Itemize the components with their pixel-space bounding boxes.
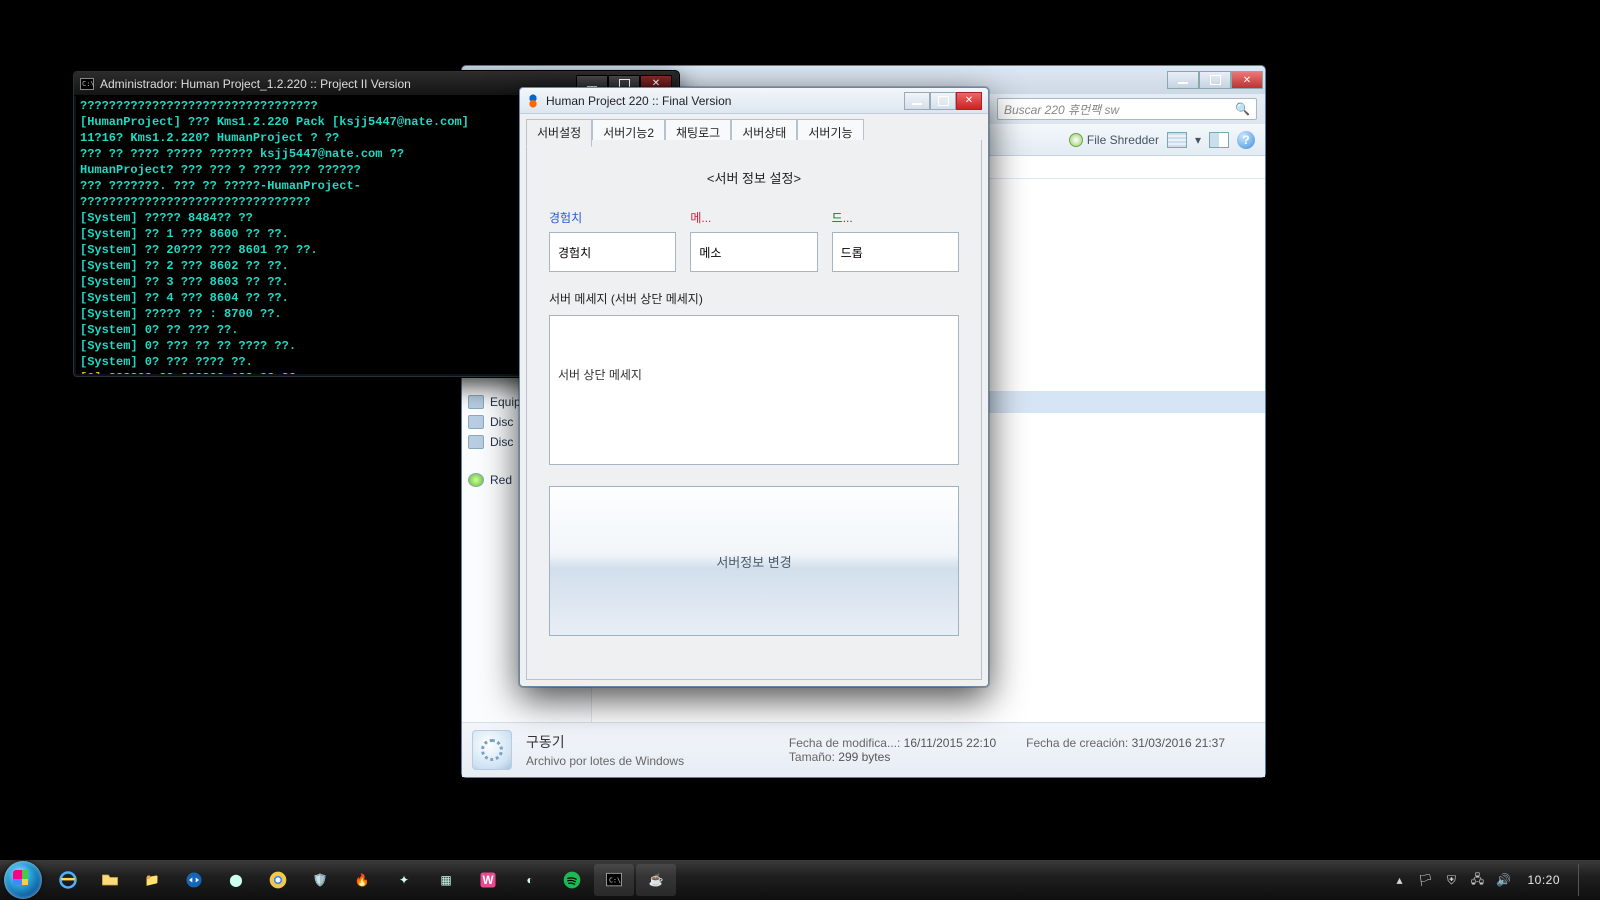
maximize-button[interactable] — [930, 92, 956, 110]
tray-network-icon[interactable]: 🖧 — [1469, 872, 1485, 888]
minimize-button[interactable] — [1167, 71, 1199, 89]
svg-text:C:\: C:\ — [609, 877, 621, 885]
apply-server-info-button[interactable]: 서버정보 변경 — [549, 486, 959, 636]
swing-window: Human Project 220 :: Final Version 서버설정서… — [519, 87, 989, 687]
textarea-server-message[interactable] — [549, 315, 959, 465]
shield-icon: 🛡️ — [309, 869, 331, 891]
panel-heading: <서버 정보 설정> — [549, 168, 959, 187]
view-options-button[interactable] — [1167, 132, 1187, 148]
dropdown-icon[interactable]: ▾ — [1195, 133, 1201, 147]
taskbar-ie[interactable] — [48, 864, 88, 896]
grid-icon: ▦ — [435, 869, 457, 891]
drive-icon — [468, 435, 484, 449]
tab-panel: <서버 정보 설정> 경험치 메... 드... 서버 메세지 (서버 상단 메… — [526, 140, 982, 680]
start-button[interactable] — [4, 861, 42, 899]
close-button[interactable] — [956, 92, 982, 110]
java-icon — [526, 94, 540, 108]
generic-app-icon: 📁 — [141, 869, 163, 891]
tray-volume-icon[interactable]: 🔊 — [1495, 872, 1511, 888]
help-icon[interactable]: ? — [1237, 131, 1255, 149]
show-desktop-button[interactable] — [1578, 864, 1586, 896]
label-exp: 경험치 — [549, 209, 676, 226]
cmd-title: Administrador: Human Project_1.2.220 :: … — [100, 77, 411, 91]
tray-chevron-up-icon[interactable]: ▴ — [1391, 872, 1407, 888]
svg-text:W: W — [482, 874, 493, 887]
generic-app-icon: ⬤ — [225, 869, 247, 891]
swing-titlebar[interactable]: Human Project 220 :: Final Version — [520, 88, 988, 114]
taskbar-chrome[interactable] — [258, 864, 298, 896]
taskbar-app1[interactable]: 📁 — [132, 864, 172, 896]
taskbar-teamviewer[interactable] — [174, 864, 214, 896]
search-input[interactable]: Buscar 220 휴먼팩 sw 🔍 — [997, 98, 1257, 120]
taskbar-app3[interactable]: 🔥 — [342, 864, 382, 896]
computer-icon — [468, 395, 484, 409]
label-drop: 드... — [832, 209, 959, 226]
details-filename: 구동기 — [526, 732, 684, 752]
tray-flag-icon[interactable]: 🏳 — [1417, 872, 1433, 888]
folder-icon — [99, 869, 121, 891]
cmd-icon — [80, 78, 94, 90]
taskbar-ccleaner[interactable]: 🛡️ — [300, 864, 340, 896]
chrome-icon — [267, 869, 289, 891]
taskbar-app5[interactable]: ▦ — [426, 864, 466, 896]
swing-title: Human Project 220 :: Final Version — [546, 94, 731, 108]
cmd-icon: C:\ — [603, 869, 625, 891]
preview-pane-button[interactable] — [1209, 132, 1229, 148]
taskbar-java-running[interactable]: ☕ — [636, 864, 676, 896]
network-icon — [468, 473, 484, 487]
taskbar-clock[interactable]: 10:20 — [1527, 873, 1560, 887]
taskbar-explorer[interactable] — [90, 864, 130, 896]
taskbar-app4[interactable]: ✦ — [384, 864, 424, 896]
search-placeholder: Buscar 220 휴먼팩 sw — [1004, 101, 1119, 118]
details-meta: Fecha de modifica...: 16/11/2015 22:10 T… — [789, 736, 1225, 764]
minimize-button[interactable] — [904, 92, 930, 110]
close-button[interactable] — [1231, 71, 1263, 89]
java-icon: ☕ — [645, 869, 667, 891]
system-tray: ▴ 🏳 ⛨ 🖧 🔊 10:20 — [1391, 864, 1596, 896]
label-meso: 메... — [690, 209, 817, 226]
details-filetype: Archivo por lotes de Windows — [526, 754, 684, 768]
taskbar: 📁 ⬤ 🛡️ 🔥 ✦ ▦ W ◐ C:\ ☕ ▴ 🏳 ⛨ 🖧 🔊 10:20 — [0, 860, 1600, 900]
explorer-detailspane: 구동기 Archivo por lotes de Windows Fecha d… — [462, 722, 1265, 777]
taskbar-wamp[interactable]: W — [468, 864, 508, 896]
input-meso[interactable] — [690, 232, 817, 272]
search-icon[interactable]: 🔍 — [1235, 102, 1250, 116]
input-exp[interactable] — [549, 232, 676, 272]
drive-icon — [468, 415, 484, 429]
taskbar-cmd-running[interactable]: C:\ — [594, 864, 634, 896]
tab-0[interactable]: 서버설정 — [526, 119, 592, 147]
taskbar-pinned: 📁 ⬤ 🛡️ 🔥 ✦ ▦ W ◐ C:\ ☕ — [48, 864, 676, 896]
file-large-icon — [472, 730, 512, 770]
wamp-icon: W — [477, 869, 499, 891]
generic-app-icon: ✦ — [393, 869, 415, 891]
maximize-button[interactable] — [1199, 71, 1231, 89]
input-drop[interactable] — [832, 232, 959, 272]
spotify-icon — [561, 869, 583, 891]
gear-icon — [481, 739, 503, 761]
taskbar-app6[interactable]: ◐ — [510, 864, 550, 896]
ie-icon — [57, 869, 79, 891]
shredder-icon — [1069, 133, 1083, 147]
file-shredder-button[interactable]: File Shredder — [1069, 133, 1159, 147]
taskbar-app2[interactable]: ⬤ — [216, 864, 256, 896]
tray-shield-icon[interactable]: ⛨ — [1443, 872, 1459, 888]
teamviewer-icon — [183, 869, 205, 891]
generic-app-icon: ◐ — [519, 869, 541, 891]
taskbar-spotify[interactable] — [552, 864, 592, 896]
flame-icon: 🔥 — [351, 869, 373, 891]
label-server-message: 서버 메세지 (서버 상단 메세지) — [549, 290, 959, 307]
